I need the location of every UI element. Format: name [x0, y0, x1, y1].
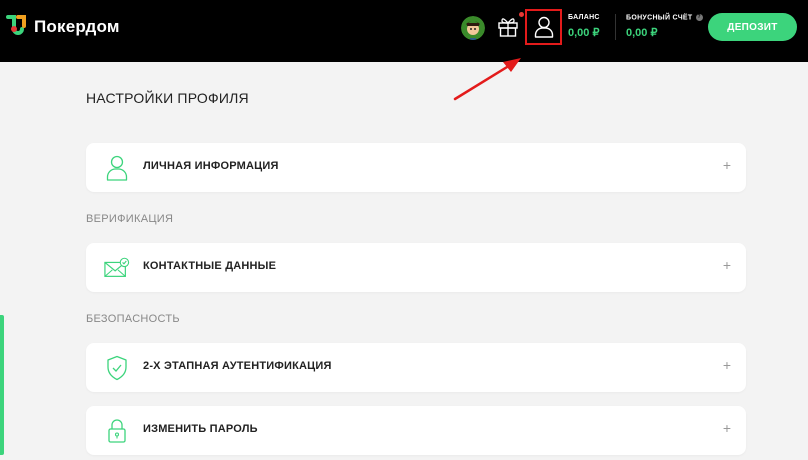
bonus-label-row: БОНУСНЫЙ СЧЁТ ? — [626, 14, 703, 21]
envelope-check-icon — [104, 254, 130, 282]
security-heading: БЕЗОПАСНОСТЬ — [86, 313, 180, 325]
balance-block[interactable]: БАЛАНС 0,00 ₽ — [568, 14, 600, 39]
expand-icon[interactable]: + — [723, 357, 731, 373]
contact-details-label: КОНТАКТНЫЕ ДАННЫЕ — [143, 260, 277, 272]
personal-info-label: ЛИЧНАЯ ИНФОРМАЦИЯ — [143, 160, 279, 172]
deposit-button[interactable]: ДЕПОЗИТ — [708, 13, 797, 41]
two-factor-label: 2-Х ЭТАПНАЯ АУТЕНТИФИКАЦИЯ — [143, 360, 332, 372]
avatar[interactable] — [461, 16, 485, 40]
lock-icon — [104, 417, 130, 445]
brand-name: Покердом — [34, 17, 120, 36]
user-icon — [534, 16, 553, 38]
logo-icon — [6, 15, 26, 35]
side-tab[interactable] — [0, 315, 4, 455]
bonus-block[interactable]: БОНУСНЫЙ СЧЁТ ? 0,00 ₽ — [626, 14, 703, 39]
shield-check-icon — [104, 354, 130, 382]
expand-icon[interactable]: + — [723, 157, 731, 173]
expand-icon[interactable]: + — [723, 257, 731, 273]
expand-icon[interactable]: + — [723, 420, 731, 436]
top-header: Покердом БАЛАНС 0,00 ₽ БОНУСНЫЙ СЧЁТ ? 0… — [0, 0, 808, 62]
gift-icon — [498, 18, 518, 37]
balance-label: БАЛАНС — [568, 14, 600, 21]
gift-button[interactable] — [497, 14, 519, 38]
personal-info-card[interactable]: ЛИЧНАЯ ИНФОРМАЦИЯ + — [86, 143, 746, 192]
brand-logo[interactable]: Покердом — [4, 14, 120, 40]
change-password-card[interactable]: ИЗМЕНИТЬ ПАРОЛЬ + — [86, 406, 746, 455]
bonus-value: 0,00 ₽ — [626, 27, 658, 40]
contact-details-card[interactable]: КОНТАКТНЫЕ ДАННЫЕ + — [86, 243, 746, 292]
balance-value: 0,00 ₽ — [568, 27, 600, 39]
notification-dot — [519, 12, 524, 17]
verification-heading: ВЕРИФИКАЦИЯ — [86, 213, 174, 225]
header-divider — [615, 14, 616, 40]
bonus-label: БОНУСНЫЙ СЧЁТ — [626, 14, 693, 22]
person-outline-icon — [104, 154, 130, 182]
avatar-icon — [461, 16, 485, 40]
page-title: НАСТРОЙКИ ПРОФИЛЯ — [86, 90, 249, 106]
info-icon[interactable]: ? — [695, 14, 703, 21]
change-password-label: ИЗМЕНИТЬ ПАРОЛЬ — [143, 423, 258, 435]
profile-button[interactable] — [525, 9, 562, 45]
two-factor-card[interactable]: 2-Х ЭТАПНАЯ АУТЕНТИФИКАЦИЯ + — [86, 343, 746, 392]
